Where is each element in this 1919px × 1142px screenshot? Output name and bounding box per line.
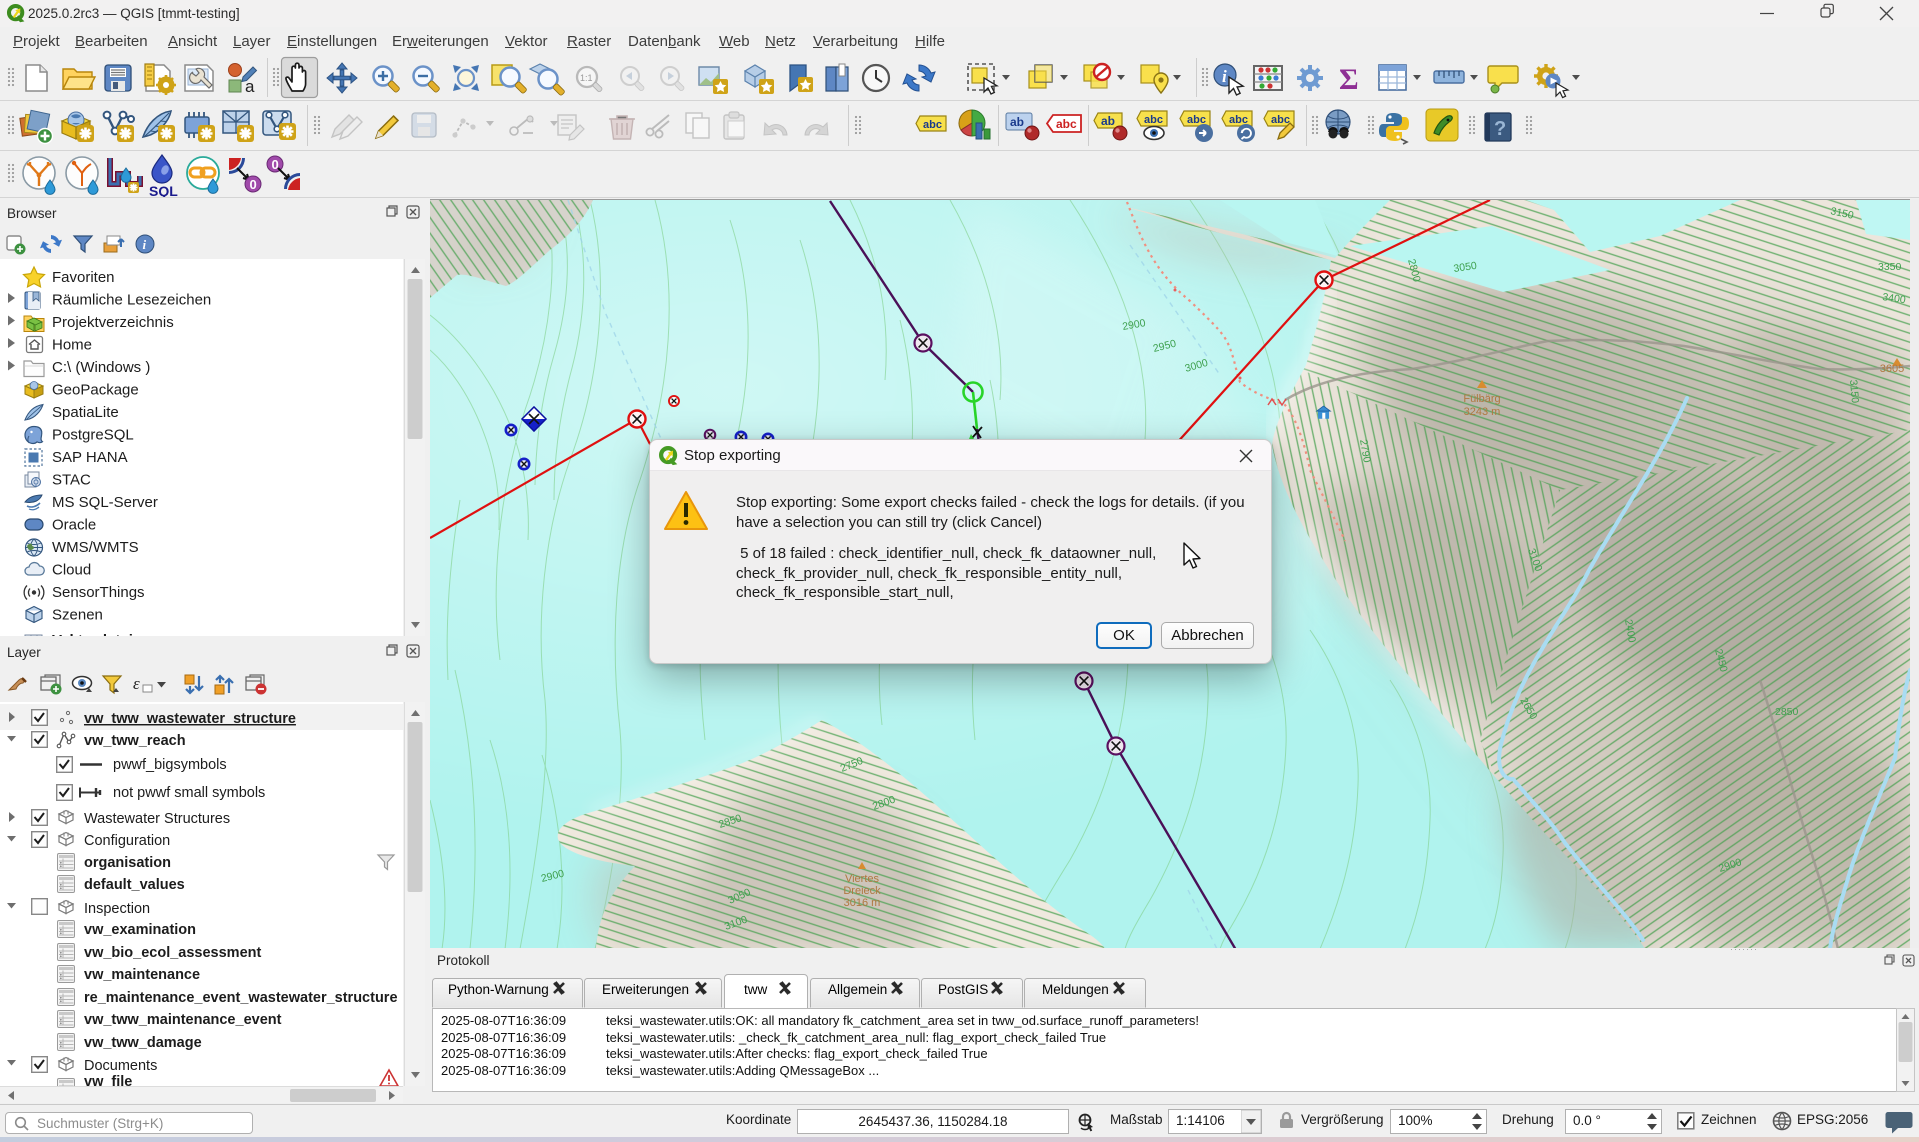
svg-text:Vektordateien: Vektordateien [52, 632, 150, 636]
svg-text:ab: ab [1010, 115, 1024, 129]
svg-text:vw_examination: vw_examination [84, 922, 196, 938]
svg-text:0: 0 [250, 177, 257, 192]
svg-text:vw_tww_reach: vw_tww_reach [84, 733, 186, 749]
svg-text:Home: Home [52, 337, 92, 354]
svg-text:3150: 3150 [1847, 379, 1861, 403]
svg-text:PostgreSQL: PostgreSQL [52, 427, 134, 444]
svg-text:tww: tww [744, 982, 768, 997]
svg-text:0: 0 [272, 157, 279, 172]
svg-text:Inspection: Inspection [84, 901, 150, 917]
svg-text:vw_file: vw_file [84, 1074, 132, 1086]
svg-text:i: i [1222, 67, 1227, 86]
svg-text:2850: 2850 [1775, 706, 1799, 718]
svg-text:vw_tww_maintenance_event: vw_tww_maintenance_event [84, 1012, 282, 1028]
svg-text:vw_tww_wastewater_structure: vw_tww_wastewater_structure [84, 711, 296, 727]
svg-text:SensorThings: SensorThings [52, 584, 145, 601]
svg-text:Räumliche Lesezeichen: Räumliche Lesezeichen [52, 292, 211, 309]
svg-text:SQL: SQL [149, 183, 178, 197]
svg-text:Projektverzeichnis: Projektverzeichnis [52, 314, 174, 331]
svg-text:ab: ab [1101, 114, 1115, 128]
svg-text:Viertes: Viertes [845, 873, 880, 885]
svg-text:SpatiaLite: SpatiaLite [52, 404, 119, 421]
svg-text:i: i [143, 237, 147, 252]
svg-text:MS SQL-Server: MS SQL-Server [52, 494, 158, 511]
svg-text:3243 m: 3243 m [1464, 406, 1501, 418]
svg-text:?: ? [1494, 118, 1506, 140]
svg-text:Allgemein: Allgemein [828, 982, 887, 997]
svg-text:ε: ε [133, 674, 140, 693]
svg-text:Configuration: Configuration [84, 833, 170, 849]
svg-text:vw_bio_ecol_assessment: vw_bio_ecol_assessment [84, 945, 261, 961]
svg-text:Dreieck: Dreieck [843, 885, 881, 897]
svg-text:Fülbärg: Fülbärg [1463, 393, 1500, 405]
svg-text:re_maintenance_event_wastewate: re_maintenance_event_wastewater_structur… [84, 990, 398, 1006]
svg-text:Documents: Documents [84, 1058, 157, 1074]
svg-text:SAP HANA: SAP HANA [52, 449, 128, 466]
svg-text:default_values: default_values [84, 877, 185, 893]
svg-text:STAC: STAC [52, 472, 91, 489]
svg-text:Cloud: Cloud [52, 562, 91, 579]
svg-text:C:\ (Windows ): C:\ (Windows ) [52, 359, 150, 376]
svg-text:not pwwf small symbols: not pwwf small symbols [113, 785, 265, 801]
svg-text:3350: 3350 [1878, 261, 1902, 273]
svg-text:Szenen: Szenen [52, 607, 103, 624]
svg-text:1:1: 1:1 [580, 73, 593, 83]
svg-text:Σ: Σ [1339, 63, 1359, 96]
svg-text:3016 m: 3016 m [844, 897, 881, 909]
svg-text:abc: abc [1056, 117, 1077, 131]
svg-text:vw_maintenance: vw_maintenance [84, 967, 200, 983]
svg-text:Favoriten: Favoriten [52, 269, 115, 286]
svg-text:a: a [245, 77, 255, 96]
svg-text:Wastewater Structures: Wastewater Structures [84, 811, 230, 827]
svg-text:3605: 3605 [1880, 363, 1904, 375]
svg-text:Meldungen: Meldungen [1042, 982, 1109, 997]
svg-text:GeoPackage: GeoPackage [52, 382, 139, 399]
svg-text:pwwf_bigsymbols: pwwf_bigsymbols [113, 757, 227, 773]
svg-text:Oracle: Oracle [52, 517, 96, 534]
svg-text:PostGIS: PostGIS [938, 982, 988, 997]
svg-text:vw_tww_damage: vw_tww_damage [84, 1035, 202, 1051]
svg-text:WMS/WMTS: WMS/WMTS [52, 539, 139, 556]
svg-text:Erweiterungen: Erweiterungen [602, 982, 689, 997]
svg-text:organisation: organisation [84, 855, 171, 871]
svg-text:Python-Warnung: Python-Warnung [448, 982, 549, 997]
